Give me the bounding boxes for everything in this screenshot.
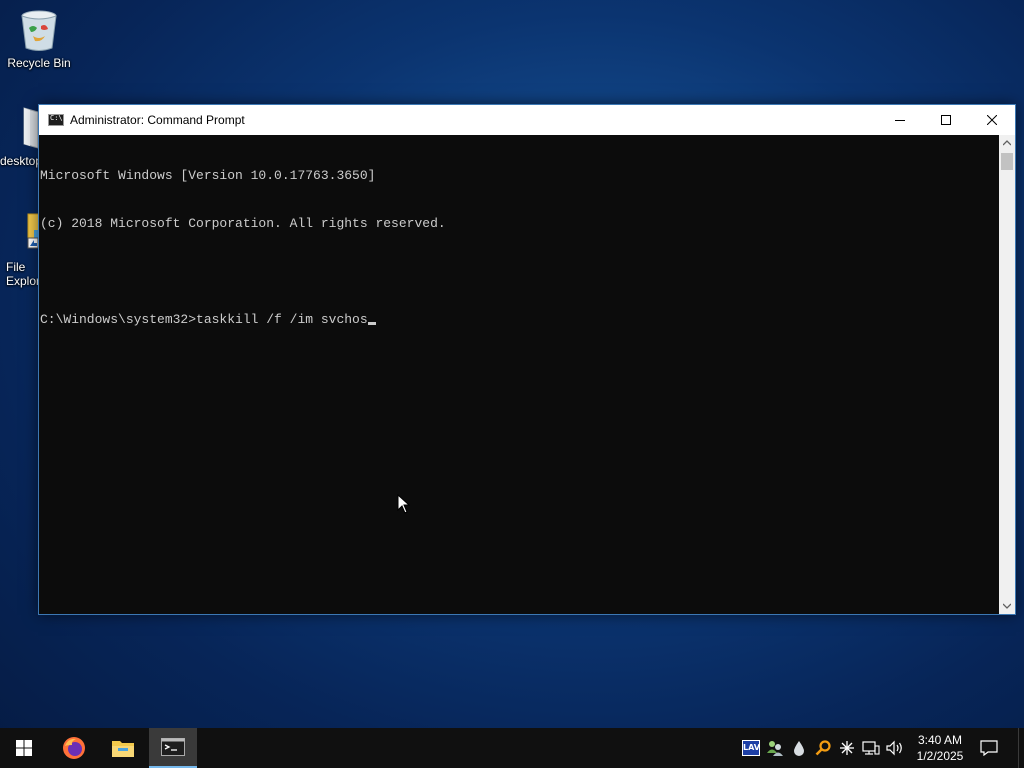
close-button[interactable] <box>969 105 1015 135</box>
people-network-icon <box>767 741 783 756</box>
mouse-pointer-icon <box>397 494 411 514</box>
tray-asterisk[interactable] <box>835 728 859 768</box>
desktop-icon-label: Recycle Bin <box>7 56 71 70</box>
console-input-line[interactable]: C:\Windows\system32>taskkill /f /im svch… <box>40 312 999 328</box>
tray-search[interactable] <box>811 728 835 768</box>
taskbar: LAV 3:40 AM 1/2/2025 <box>0 728 1024 768</box>
desktop-icon-recycle-bin[interactable]: Recycle Bin <box>1 6 77 70</box>
taskbar-app-command-prompt[interactable] <box>149 728 197 768</box>
text-cursor <box>367 322 376 325</box>
tray-volume[interactable] <box>883 728 907 768</box>
cmd-icon <box>48 114 64 126</box>
taskbar-clock[interactable]: 3:40 AM 1/2/2025 <box>914 732 966 764</box>
taskbar-app-firefox[interactable] <box>50 728 98 768</box>
maximize-icon <box>941 115 951 125</box>
tray-droplet[interactable] <box>787 728 811 768</box>
scroll-up-button[interactable] <box>999 135 1015 151</box>
vertical-scrollbar[interactable] <box>999 135 1015 614</box>
windows-start-icon <box>16 740 32 756</box>
console-command: C:\Windows\system32>taskkill /f /im svch… <box>40 312 368 327</box>
firefox-icon <box>63 737 85 759</box>
file-explorer-icon <box>112 741 134 757</box>
minimize-icon <box>895 120 905 121</box>
console-line: (c) 2018 Microsoft Corporation. All righ… <box>40 216 446 231</box>
search-magnifier-icon <box>815 740 831 756</box>
volume-icon <box>886 740 902 756</box>
tray-people-network[interactable] <box>763 728 787 768</box>
lav-icon: LAV <box>742 740 760 756</box>
clock-date: 1/2/2025 <box>916 749 964 763</box>
scroll-thumb[interactable] <box>1001 153 1013 170</box>
droplet-icon <box>794 741 804 756</box>
action-center-button[interactable] <box>974 728 1004 768</box>
clock-time: 3:40 AM <box>917 733 963 747</box>
folder-icon <box>0 104 42 152</box>
title-bar[interactable]: Administrator: Command Prompt <box>39 105 1015 135</box>
chevron-down-icon <box>1003 603 1011 609</box>
show-desktop-button[interactable] <box>1018 728 1024 768</box>
start-button[interactable] <box>0 728 48 768</box>
tray-network[interactable] <box>859 728 883 768</box>
window-title: Administrator: Command Prompt <box>70 113 245 127</box>
taskbar-app-file-explorer[interactable] <box>99 728 147 768</box>
tray-lav[interactable]: LAV <box>739 728 763 768</box>
cmd-icon <box>161 738 185 756</box>
chevron-up-icon <box>1003 140 1011 146</box>
console-output[interactable]: Microsoft Windows [Version 10.0.17763.36… <box>39 135 999 614</box>
console-line: Microsoft Windows [Version 10.0.17763.36… <box>40 168 376 183</box>
file-explorer-icon <box>0 210 42 258</box>
recycle-bin-icon <box>15 6 63 54</box>
cmd-window[interactable]: Administrator: Command Prompt Microsoft … <box>38 104 1016 615</box>
asterisk-icon <box>840 741 854 755</box>
close-icon <box>987 115 997 125</box>
maximize-button[interactable] <box>923 105 969 135</box>
network-icon <box>862 741 880 755</box>
minimize-button[interactable] <box>877 105 923 135</box>
notification-icon <box>980 740 998 756</box>
scroll-down-button[interactable] <box>999 598 1015 614</box>
